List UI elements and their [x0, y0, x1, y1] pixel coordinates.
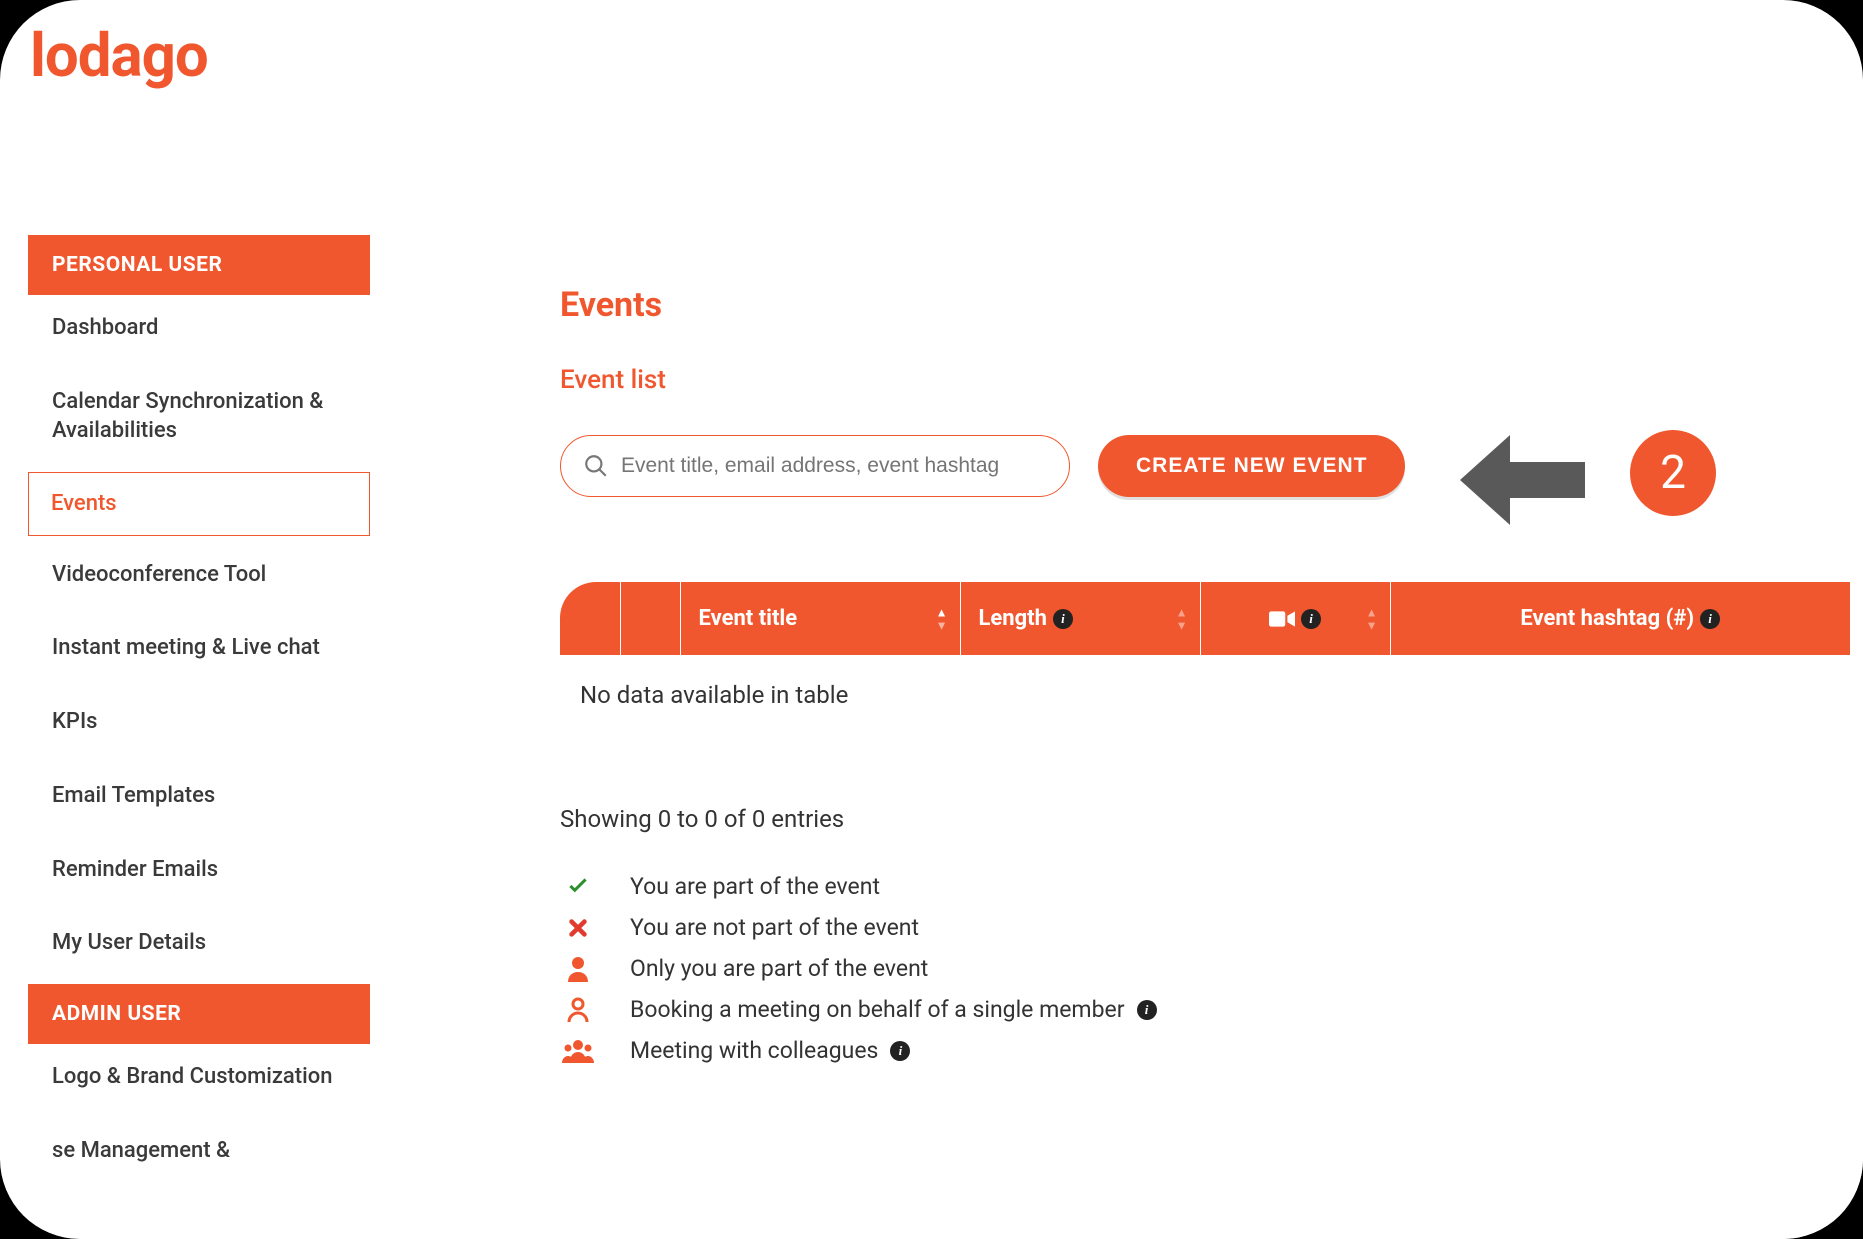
legend-row-part-of: You are part of the event [560, 873, 1863, 900]
col-video[interactable]: i ▲▼ [1200, 582, 1390, 655]
sidebar-item-label: Instant meeting & Live chat [52, 635, 320, 660]
search-box[interactable] [560, 435, 1070, 497]
sidebar-section-admin: ADMIN USER [28, 984, 370, 1044]
cross-icon [560, 917, 596, 939]
search-input[interactable] [621, 454, 1047, 478]
showing-text: Showing 0 to 0 of 0 entries [560, 805, 1863, 833]
events-table-wrap: Event title ▲▼ Length i ▲▼ i [560, 582, 1863, 735]
events-table: Event title ▲▼ Length i ▲▼ i [560, 582, 1850, 735]
sidebar-item-kpis[interactable]: KPIs [28, 689, 370, 757]
annotation-arrow-icon [1440, 420, 1590, 544]
person-icon [560, 956, 596, 982]
col-label: Length [979, 606, 1047, 631]
table-empty-row: No data available in table [560, 655, 1850, 735]
brand-logo: lodago [30, 20, 208, 91]
person-outline-icon [560, 997, 596, 1023]
col-hashtag[interactable]: Event hashtag (#) i [1390, 582, 1850, 655]
video-icon [1269, 609, 1295, 629]
section-title: Event list [560, 365, 1863, 395]
info-icon[interactable]: i [1053, 609, 1073, 629]
sidebar-item-label: Email Templates [52, 783, 215, 808]
sidebar-item-label: Events [51, 491, 117, 516]
sidebar-item-label: Calendar Synchronization & Availabilitie… [52, 389, 323, 444]
col-blank-1 [560, 582, 620, 655]
legend-row-colleagues: Meeting with colleagues i [560, 1037, 1863, 1064]
col-blank-2 [620, 582, 680, 655]
sidebar-item-videoconference[interactable]: Videoconference Tool [28, 542, 370, 610]
sidebar: PERSONAL USER Dashboard Calendar Synchro… [28, 235, 370, 1191]
sidebar-item-instant-meeting[interactable]: Instant meeting & Live chat [28, 615, 370, 683]
sidebar-item-events[interactable]: Events [28, 472, 370, 536]
col-event-title[interactable]: Event title ▲▼ [680, 582, 960, 655]
col-label: Event title [699, 606, 798, 631]
legend-row-on-behalf: Booking a meeting on behalf of a single … [560, 996, 1863, 1023]
sidebar-item-label: se Management & [52, 1138, 230, 1163]
col-length[interactable]: Length i ▲▼ [960, 582, 1200, 655]
legend-row-not-part-of: You are not part of the event [560, 914, 1863, 941]
create-new-event-button[interactable]: CREATE NEW EVENT [1098, 435, 1405, 497]
logo-text: lodago [30, 20, 208, 91]
sidebar-item-logo-brand[interactable]: Logo & Brand Customization [28, 1044, 370, 1112]
legend-label: Only you are part of the event [630, 955, 928, 982]
sidebar-item-email-templates[interactable]: Email Templates [28, 763, 370, 831]
check-icon [560, 874, 596, 900]
page-title: Events [560, 285, 1863, 325]
legend-label: Meeting with colleagues [630, 1037, 878, 1064]
sidebar-item-label: My User Details [52, 930, 206, 955]
sort-icon: ▲▼ [1366, 606, 1378, 631]
sidebar-item-reminder-emails[interactable]: Reminder Emails [28, 837, 370, 905]
legend-label: Booking a meeting on behalf of a single … [630, 996, 1125, 1023]
sidebar-item-management[interactable]: se Management & [28, 1118, 370, 1186]
legend-row-only-you: Only you are part of the event [560, 955, 1863, 982]
sidebar-item-label: Videoconference Tool [52, 562, 266, 587]
sidebar-item-dashboard[interactable]: Dashboard [28, 295, 370, 363]
info-icon[interactable]: i [1301, 609, 1321, 629]
app-viewport: lodago PERSONAL USER Dashboard Calendar … [0, 0, 1863, 1239]
group-icon [560, 1039, 596, 1063]
info-icon[interactable]: i [1137, 1000, 1157, 1020]
info-icon[interactable]: i [890, 1041, 910, 1061]
sidebar-item-label: Logo & Brand Customization [52, 1064, 332, 1089]
table-empty-cell: No data available in table [560, 655, 1850, 735]
sort-icon: ▲▼ [1176, 606, 1188, 631]
info-icon[interactable]: i [1700, 609, 1720, 629]
search-icon [583, 453, 609, 479]
legend-label: You are part of the event [630, 873, 880, 900]
annotation-step-number: 2 [1660, 446, 1686, 500]
col-label: Event hashtag (#) [1520, 606, 1694, 631]
legend-label: You are not part of the event [630, 914, 919, 941]
sort-icon: ▲▼ [936, 606, 948, 631]
annotation-step-badge: 2 [1630, 430, 1716, 516]
sidebar-item-label: Dashboard [52, 315, 158, 340]
sidebar-item-label: KPIs [52, 709, 98, 734]
sidebar-item-user-details[interactable]: My User Details [28, 910, 370, 978]
legend: You are part of the event You are not pa… [560, 873, 1863, 1064]
sidebar-item-label: Reminder Emails [52, 857, 218, 882]
main-content: Events Event list CREATE NEW EVENT Event… [500, 235, 1863, 1239]
sidebar-item-calendar-sync[interactable]: Calendar Synchronization & Availabilitie… [28, 369, 370, 466]
sidebar-section-personal: PERSONAL USER [28, 235, 370, 295]
